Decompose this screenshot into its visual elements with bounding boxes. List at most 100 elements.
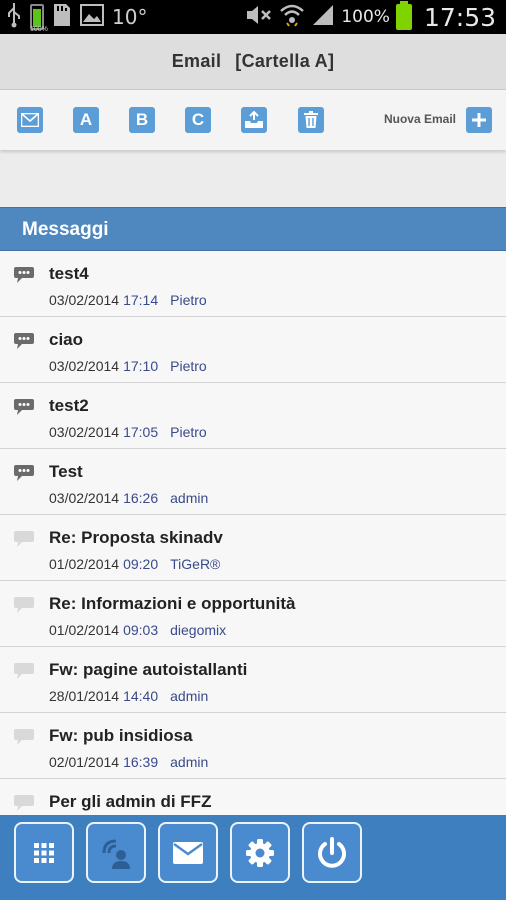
message-row[interactable]: Per gli admin di FFZ <box>0 779 506 815</box>
contacts-icon <box>102 839 130 869</box>
battery-percent: 100% <box>341 7 390 27</box>
speech-bubble-icon <box>14 597 34 613</box>
message-meta: 01/02/2014 09:03 diegomix <box>49 622 226 638</box>
message-meta: 03/02/2014 17:14 Pietro <box>49 292 207 308</box>
message-time: 16:39 <box>123 754 159 770</box>
mail-icon <box>173 841 203 864</box>
clock: 17:53 <box>423 2 496 32</box>
message-row[interactable]: Re: Proposta skinadv 01/02/2014 09:20 TiGe… <box>0 515 506 581</box>
speech-bubble-icon <box>14 729 34 745</box>
message-list: test4 03/02/2014 17:14 Pietro ciao 03/02/2… <box>0 251 506 815</box>
message-subject: Re: Proposta skinadv <box>49 528 223 547</box>
new-email-label: Nuova Email <box>383 112 456 126</box>
message-subject: Test <box>49 462 83 481</box>
message-subject: Re: Informazioni e opportunità <box>49 594 296 613</box>
battery-widget-icon: 100% <box>30 4 48 33</box>
message-author: Pietro <box>170 358 207 374</box>
settings-button[interactable] <box>230 822 290 883</box>
trash-icon <box>304 111 318 128</box>
folder-a-button[interactable]: A <box>73 107 99 133</box>
message-author: TiGeR® <box>170 556 221 572</box>
app-header: Email [Cartella A] <box>0 34 506 90</box>
message-subject: Fw: pagine autoistallanti <box>49 660 248 679</box>
message-meta: 28/01/2014 14:40 admin <box>49 688 208 704</box>
plus-icon <box>472 113 486 127</box>
message-date: 03/02/2014 <box>49 424 120 440</box>
speech-bubble-icon <box>14 465 34 481</box>
page-title: Email [Cartella A] <box>172 51 334 72</box>
image-icon <box>80 3 104 31</box>
message-time: 17:14 <box>123 292 159 308</box>
messages-section-title: Messaggi <box>22 219 109 240</box>
message-subject: ciao <box>49 330 84 349</box>
message-row[interactable]: Re: Informazioni e opportunità 01/02/201… <box>0 581 506 647</box>
message-time: 16:26 <box>123 490 159 506</box>
message-author: admin <box>170 490 209 506</box>
message-subject: Fw: pub insidiosa <box>49 726 193 745</box>
message-meta: 03/02/2014 16:26 admin <box>49 490 208 506</box>
message-time: 14:40 <box>123 688 159 704</box>
message-author: Pietro <box>170 292 207 308</box>
message-row[interactable]: Fw: pagine autoistallanti 28/01/2014 14:4… <box>0 647 506 713</box>
message-meta: 03/02/2014 17:05 Pietro <box>49 424 207 440</box>
message-date: 28/01/2014 <box>49 688 120 704</box>
outbox-button[interactable] <box>241 107 267 133</box>
message-subject: test2 <box>49 396 89 415</box>
mute-icon <box>245 3 273 32</box>
new-email-button[interactable] <box>466 107 492 133</box>
message-author: diegomix <box>170 622 227 638</box>
page-title-text: Email <box>171 51 222 71</box>
bottom-nav <box>0 815 506 900</box>
speech-bubble-icon <box>14 333 34 349</box>
message-date: 03/02/2014 <box>49 292 120 308</box>
contacts-button[interactable] <box>86 822 146 883</box>
inbox-button[interactable] <box>17 107 43 133</box>
speech-bubble-icon <box>14 531 34 547</box>
sd-card-icon <box>52 2 72 33</box>
delete-button[interactable] <box>298 107 324 133</box>
message-time: 17:10 <box>123 358 159 374</box>
outbox-icon <box>245 111 263 128</box>
envelope-icon <box>21 113 39 127</box>
mail-button[interactable] <box>158 822 218 883</box>
message-meta: 01/02/2014 09:20 TiGeR® <box>49 556 220 572</box>
message-row[interactable]: Fw: pub insidiosa 02/01/2014 16:39 admin <box>0 713 506 779</box>
current-folder: [Cartella A] <box>235 51 335 71</box>
speech-bubble-icon <box>14 399 34 415</box>
message-row[interactable]: test4 03/02/2014 17:14 Pietro <box>0 251 506 317</box>
battery-widget-label: 100% <box>30 26 48 33</box>
folder-a-label: A <box>79 110 93 129</box>
wifi-icon <box>279 3 305 32</box>
message-author: Pietro <box>170 424 207 440</box>
folder-b-label: B <box>135 110 149 129</box>
toolbar: A B C Nuova Email <box>0 90 506 150</box>
message-row[interactable]: test2 03/02/2014 17:05 Pietro <box>0 383 506 449</box>
message-date: 01/02/2014 <box>49 622 120 638</box>
message-time: 17:05 <box>123 424 159 440</box>
speech-bubble-icon <box>14 267 34 283</box>
message-time: 09:20 <box>123 556 159 572</box>
power-icon <box>318 836 346 868</box>
signal-icon <box>311 3 335 32</box>
message-date: 02/01/2014 <box>49 754 120 770</box>
speech-bubble-icon <box>14 663 34 679</box>
message-meta: 03/02/2014 17:10 Pietro <box>49 358 207 374</box>
folder-b-button[interactable]: B <box>129 107 155 133</box>
message-subject: Per gli admin di FFZ <box>49 792 212 811</box>
folder-c-button[interactable]: C <box>185 107 211 133</box>
message-date: 03/02/2014 <box>49 358 120 374</box>
message-row[interactable]: ciao 03/02/2014 17:10 Pietro <box>0 317 506 383</box>
message-time: 09:03 <box>123 622 159 638</box>
usb-icon <box>6 2 22 33</box>
message-subject: test4 <box>49 264 89 283</box>
speech-bubble-icon <box>14 795 34 811</box>
apps-button[interactable] <box>14 822 74 883</box>
message-author: admin <box>170 754 209 770</box>
settings-icon <box>246 838 274 867</box>
power-button[interactable] <box>302 822 362 883</box>
message-row[interactable]: Test 03/02/2014 16:26 admin <box>0 449 506 515</box>
temperature: 10° <box>112 5 148 29</box>
grid-icon <box>34 842 54 863</box>
folder-c-label: C <box>191 110 205 129</box>
message-date: 01/02/2014 <box>49 556 120 572</box>
